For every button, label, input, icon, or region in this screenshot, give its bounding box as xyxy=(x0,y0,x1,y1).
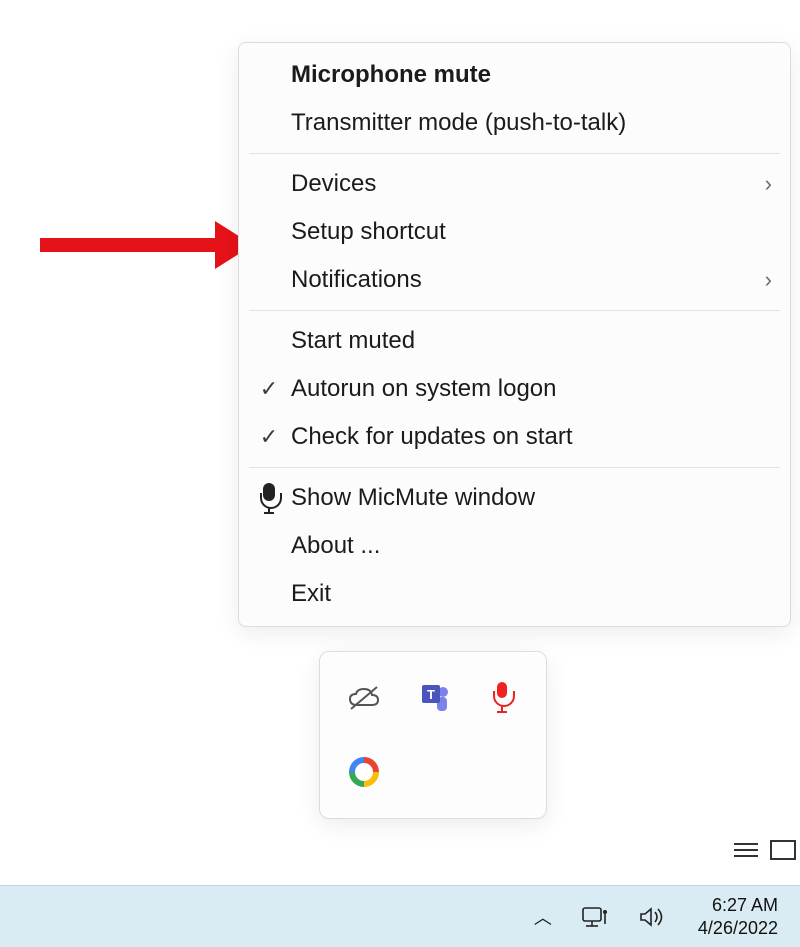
menu-item-transmitter-mode[interactable]: Transmitter mode (push-to-talk) xyxy=(239,99,790,147)
window-view-icon[interactable] xyxy=(770,840,796,860)
microphone-icon xyxy=(247,483,291,513)
chevron-right-icon: › xyxy=(765,171,772,197)
menu-separator xyxy=(249,153,780,154)
list-view-icon[interactable] xyxy=(732,840,760,860)
menu-item-about[interactable]: About ... xyxy=(239,522,790,570)
tray-empty-slot xyxy=(416,755,450,789)
menu-item-label: Microphone mute xyxy=(291,61,772,89)
chevron-right-icon: › xyxy=(765,267,772,293)
check-icon: ✓ xyxy=(247,376,291,402)
menu-separator xyxy=(249,310,780,311)
menu-item-label: Exit xyxy=(291,580,772,608)
menu-item-show-window[interactable]: Show MicMute window xyxy=(239,474,790,522)
onedrive-offline-icon[interactable] xyxy=(347,681,381,715)
menu-item-label: About ... xyxy=(291,532,772,560)
teams-icon[interactable]: T xyxy=(416,681,450,715)
network-icon[interactable] xyxy=(570,898,620,936)
menu-separator xyxy=(249,467,780,468)
menu-item-label: Transmitter mode (push-to-talk) xyxy=(291,109,772,137)
menu-item-label: Devices xyxy=(291,170,765,198)
menu-item-label: Setup shortcut xyxy=(291,218,772,246)
menu-item-label: Notifications xyxy=(291,266,765,294)
menu-item-notifications[interactable]: Notifications › xyxy=(239,256,790,304)
menu-item-autorun[interactable]: ✓ Autorun on system logon xyxy=(239,365,790,413)
menu-item-setup-shortcut[interactable]: Setup shortcut xyxy=(239,208,790,256)
menu-item-microphone-mute[interactable]: Microphone mute xyxy=(239,51,790,99)
clock-time: 6:27 AM xyxy=(698,894,778,917)
tray-empty-slot xyxy=(485,755,519,789)
tray-overflow-button[interactable]: ︿ xyxy=(524,898,562,936)
menu-item-exit[interactable]: Exit xyxy=(239,570,790,618)
frame-edge-icons xyxy=(732,840,796,860)
menu-item-label: Autorun on system logon xyxy=(291,375,772,403)
arrow-shaft xyxy=(40,238,215,252)
annotation-arrow xyxy=(40,225,260,265)
taskbar-clock[interactable]: 6:27 AM 4/26/2022 xyxy=(684,894,792,939)
taskbar: ︿ 6:27 AM 4/26/2022 xyxy=(0,885,800,947)
tray-overflow-flyout: T xyxy=(319,651,547,819)
menu-item-devices[interactable]: Devices › xyxy=(239,160,790,208)
menu-item-label: Check for updates on start xyxy=(291,423,772,451)
check-icon: ✓ xyxy=(247,424,291,450)
menu-item-check-updates[interactable]: ✓ Check for updates on start xyxy=(239,413,790,461)
chevron-up-icon: ︿ xyxy=(534,904,552,930)
menu-item-label: Start muted xyxy=(291,327,772,355)
menu-item-start-muted[interactable]: Start muted xyxy=(239,317,790,365)
micmute-tray-icon[interactable] xyxy=(485,681,519,715)
micmute-context-menu: Microphone mute Transmitter mode (push-t… xyxy=(238,42,791,627)
chrome-icon[interactable] xyxy=(347,755,381,789)
menu-item-label: Show MicMute window xyxy=(291,484,772,512)
volume-icon[interactable] xyxy=(628,899,676,935)
clock-date: 4/26/2022 xyxy=(698,917,778,940)
